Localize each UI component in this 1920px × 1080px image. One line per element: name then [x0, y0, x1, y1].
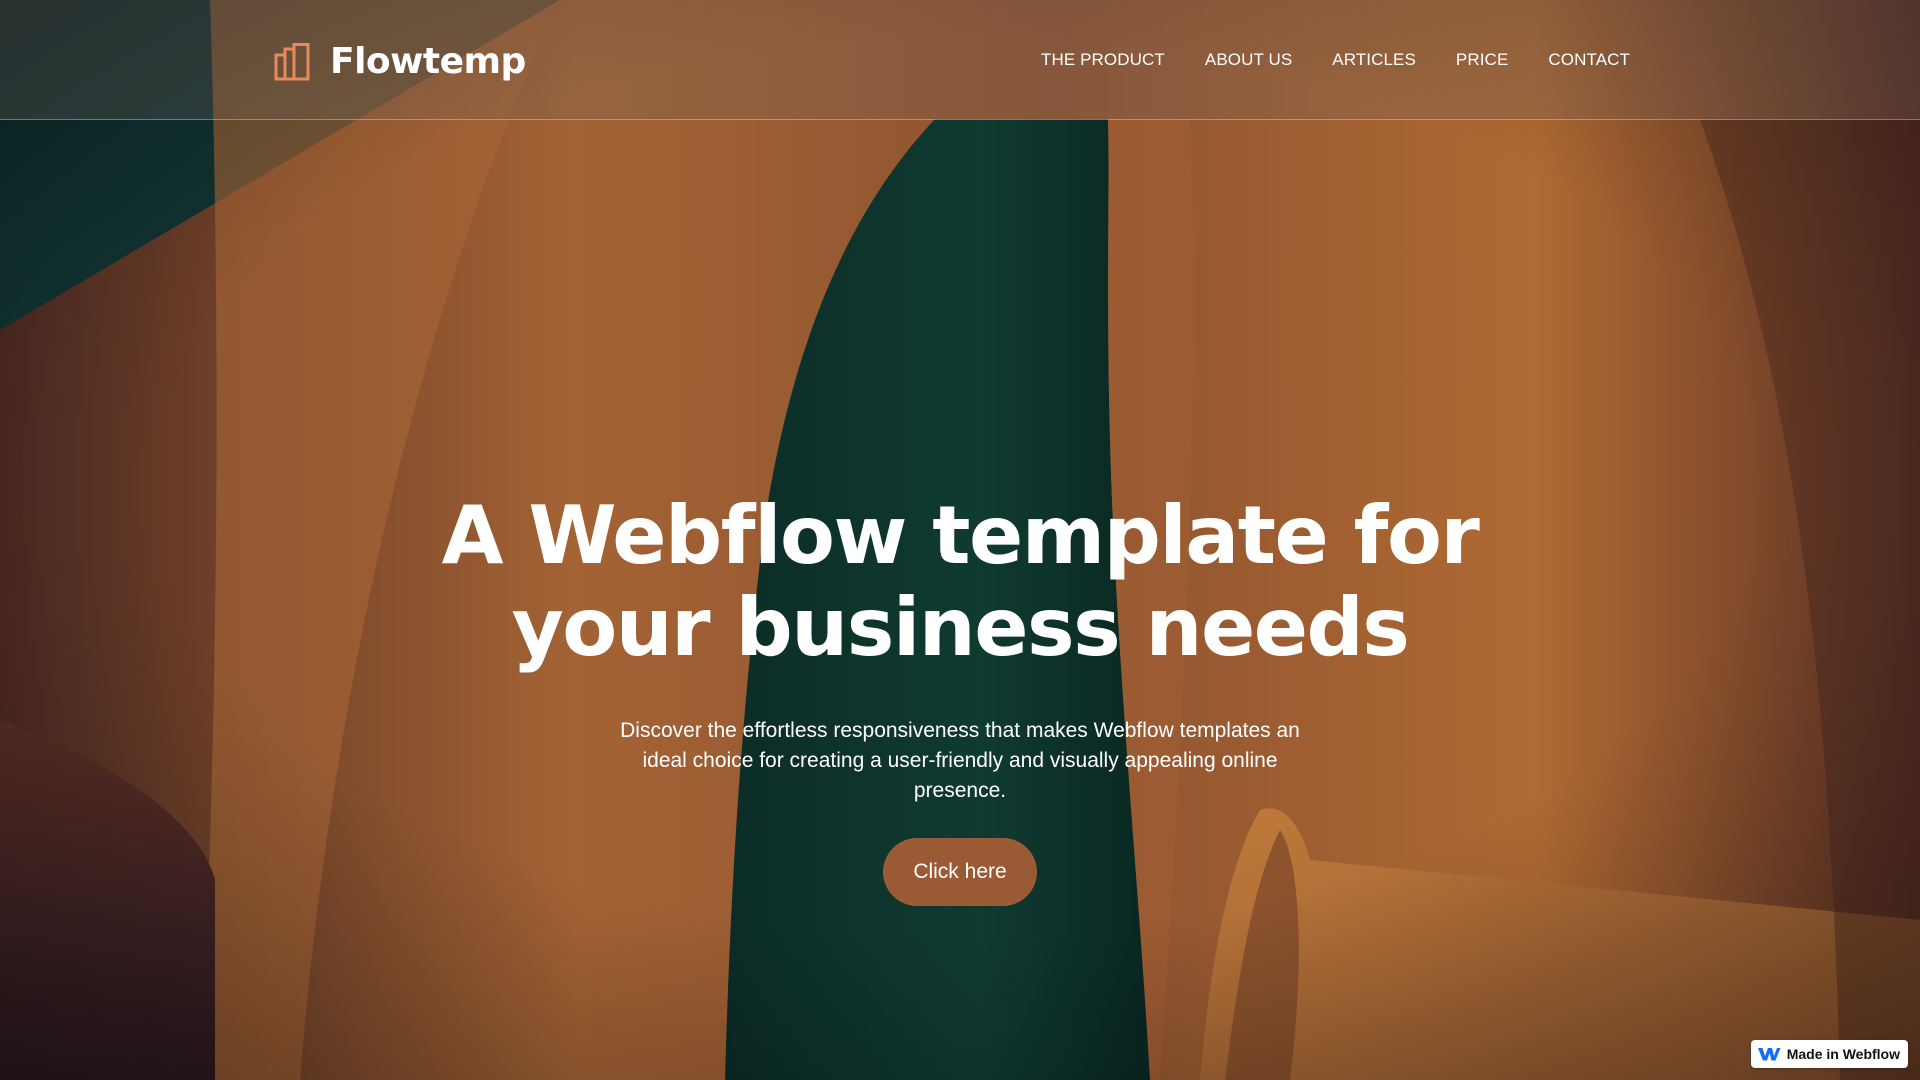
webflow-logo-icon: [1757, 1048, 1781, 1061]
brand-link[interactable]: Flowtemp: [274, 40, 526, 84]
click-here-button[interactable]: Click here: [883, 838, 1037, 906]
badge-label: Made in Webflow: [1786, 1046, 1900, 1062]
hero-title-line-1: A Webflow template for: [441, 489, 1480, 582]
navbar: Flowtemp THE PRODUCT ABOUT US ARTICLES P…: [0, 0, 1920, 120]
bar-chart-icon: [274, 43, 310, 81]
brand-name: Flowtemp: [330, 41, 526, 82]
hero-subtitle: Discover the effortless responsiveness t…: [620, 719, 1300, 802]
hero-section: A Webflow template for your business nee…: [0, 490, 1920, 906]
nav-item-price[interactable]: PRICE: [1456, 48, 1508, 72]
nav-item-articles[interactable]: ARTICLES: [1332, 48, 1416, 72]
hero-title-line-2: your business needs: [511, 581, 1410, 674]
nav-item-the-product[interactable]: THE PRODUCT: [1041, 48, 1165, 72]
nav-item-contact[interactable]: CONTACT: [1548, 48, 1630, 72]
made-in-webflow-badge[interactable]: Made in Webflow: [1750, 1040, 1908, 1068]
page: Flowtemp THE PRODUCT ABOUT US ARTICLES P…: [0, 0, 1920, 1080]
hero-title: A Webflow template for your business nee…: [410, 490, 1510, 674]
nav-menu: THE PRODUCT ABOUT US ARTICLES PRICE CONT…: [1041, 48, 1630, 72]
nav-item-about-us[interactable]: ABOUT US: [1205, 48, 1292, 72]
